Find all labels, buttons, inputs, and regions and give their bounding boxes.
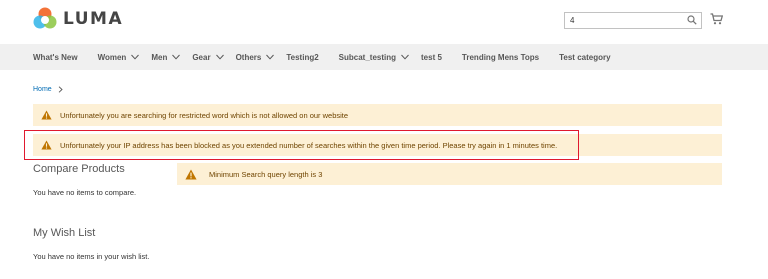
nav-item-label: Trending Mens Tops	[461, 52, 540, 62]
luma-logo-icon	[33, 7, 57, 29]
nav-item-label: test 5	[421, 52, 442, 62]
warning-text: Minimum Search query length is 3	[209, 169, 323, 179]
nav-item-others[interactable]: Others	[236, 53, 275, 62]
chevron-right-icon	[58, 86, 63, 93]
nav-item-men[interactable]: Men	[151, 52, 181, 62]
page-header: LUMA	[0, 0, 768, 44]
warning-message-ip-blocked: Unfortunately your IP address has been b…	[33, 134, 722, 156]
chevron-down-icon	[266, 54, 275, 60]
search-icon[interactable]	[687, 15, 697, 25]
nav-item-whats-new[interactable]: What's New	[33, 53, 78, 62]
nav-item-label: Women	[97, 52, 127, 62]
nav-item-label: Subcat_testing	[338, 52, 397, 62]
warning-message-restricted-word: Unfortunately you are searching for rest…	[33, 104, 722, 126]
nav-item-test-category[interactable]: Test category	[559, 53, 610, 62]
nav-item-subcat-testing[interactable]: Subcat_testing	[339, 53, 409, 62]
breadcrumb: Home	[33, 86, 63, 93]
warning-icon	[41, 140, 52, 150]
search-box	[564, 12, 702, 29]
search-input[interactable]	[565, 13, 683, 28]
nav-item-testing2[interactable]: Testing2	[286, 53, 318, 62]
nav-item-gear[interactable]: Gear	[192, 52, 224, 62]
breadcrumb-home-link[interactable]: Home	[33, 86, 52, 93]
warning-text: Unfortunately you are searching for rest…	[60, 110, 349, 120]
chevron-down-icon	[215, 54, 224, 60]
nav-item-label: Test category	[559, 52, 611, 62]
nav-item-label: Others	[235, 52, 262, 62]
nav-item-label: Gear	[192, 52, 211, 62]
logo-text: LUMA	[63, 9, 124, 29]
compare-products-title: Compare Products	[33, 163, 125, 175]
nav-item-trending-mens-tops[interactable]: Trending Mens Tops	[462, 53, 539, 62]
main-navigation: What's New Women Men Gear Others Testing…	[0, 44, 768, 70]
wish-list-empty-text: You have no items in your wish list.	[33, 252, 150, 261]
nav-item-women[interactable]: Women	[98, 53, 140, 62]
chevron-down-icon	[131, 54, 140, 60]
nav-item-label: What's New	[33, 52, 78, 62]
wish-list-title: My Wish List	[33, 227, 96, 239]
warning-message-min-length: Minimum Search query length is 3	[177, 163, 722, 185]
compare-products-empty-text: You have no items to compare.	[33, 188, 137, 197]
cart-icon[interactable]	[710, 13, 723, 25]
chevron-down-icon	[172, 54, 181, 60]
warning-icon	[41, 110, 52, 120]
nav-item-test-5[interactable]: test 5	[421, 53, 442, 62]
warning-text: Unfortunately your IP address has been b…	[60, 140, 558, 150]
nav-item-label: Testing2	[286, 52, 319, 62]
nav-item-label: Men	[151, 52, 168, 62]
chevron-down-icon	[401, 54, 409, 60]
warning-icon	[185, 169, 197, 179]
store-logo[interactable]: LUMA	[33, 7, 123, 31]
